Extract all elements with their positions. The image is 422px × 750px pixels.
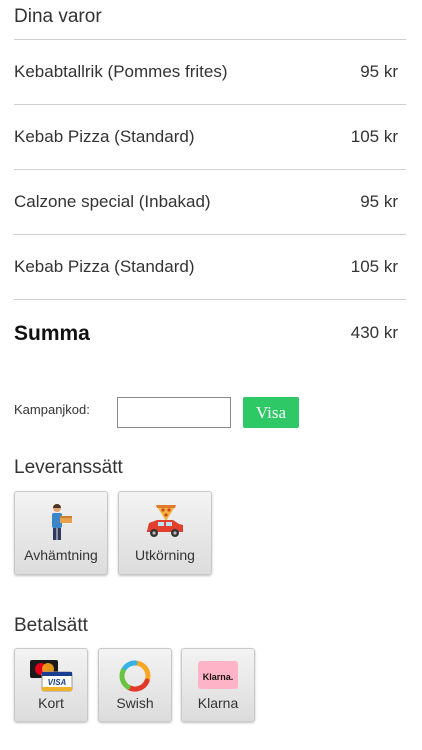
payment-option-label: Klarna: [197, 695, 239, 711]
payment-option-label: Kort: [38, 695, 64, 711]
klarna-icon: Klarna.: [198, 661, 238, 689]
cart-item-name: Kebab Pizza (Standard): [14, 127, 195, 146]
divider: [14, 104, 406, 105]
delivery-option-label: Avhämtning: [24, 547, 98, 563]
divider: [14, 39, 406, 40]
cart-item-name: Kebab Pizza (Standard): [14, 257, 195, 276]
pickup-person-icon: [52, 504, 72, 540]
cart-item-name: Kebabtallrik (Pommes frites): [14, 62, 228, 81]
delivery-car-icon: [147, 505, 183, 537]
promo-label: Kampanjkod:: [14, 402, 90, 417]
cart-item-price: 105 kr: [350, 257, 398, 276]
show-promo-button[interactable]: Visa: [243, 397, 299, 428]
delivery-title: Leveranssätt: [14, 457, 123, 478]
delivery-option-delivery[interactable]: Utkörning: [118, 491, 212, 575]
sum-label: Summa: [14, 322, 90, 345]
promo-code-input[interactable]: [117, 397, 231, 428]
delivery-option-label: Utkörning: [135, 547, 195, 563]
sum-value: 430 kr: [350, 323, 398, 342]
payment-option-swish[interactable]: Swish: [98, 648, 172, 722]
cart-item-name: Calzone special (Inbakad): [14, 192, 211, 211]
svg-text:VISA: VISA: [48, 678, 67, 687]
credit-card-icon: VISA: [30, 660, 73, 692]
divider: [14, 234, 406, 235]
swish-icon: [119, 660, 151, 692]
cart-item-price: 95 kr: [360, 62, 398, 81]
payment-option-label: Swish: [116, 695, 154, 711]
cart-item-price: 105 kr: [350, 127, 398, 146]
cart-title: Dina varor: [14, 6, 102, 27]
payment-option-card[interactable]: VISA Kort: [14, 648, 88, 722]
payment-option-klarna[interactable]: Klarna. Klarna: [181, 648, 255, 722]
divider: [14, 169, 406, 170]
divider: [14, 299, 406, 300]
cart-item-price: 95 kr: [360, 192, 398, 211]
klarna-logo-text: Klarna.: [203, 672, 234, 682]
payment-title: Betalsätt: [14, 615, 88, 636]
delivery-option-pickup[interactable]: Avhämtning: [14, 491, 108, 575]
